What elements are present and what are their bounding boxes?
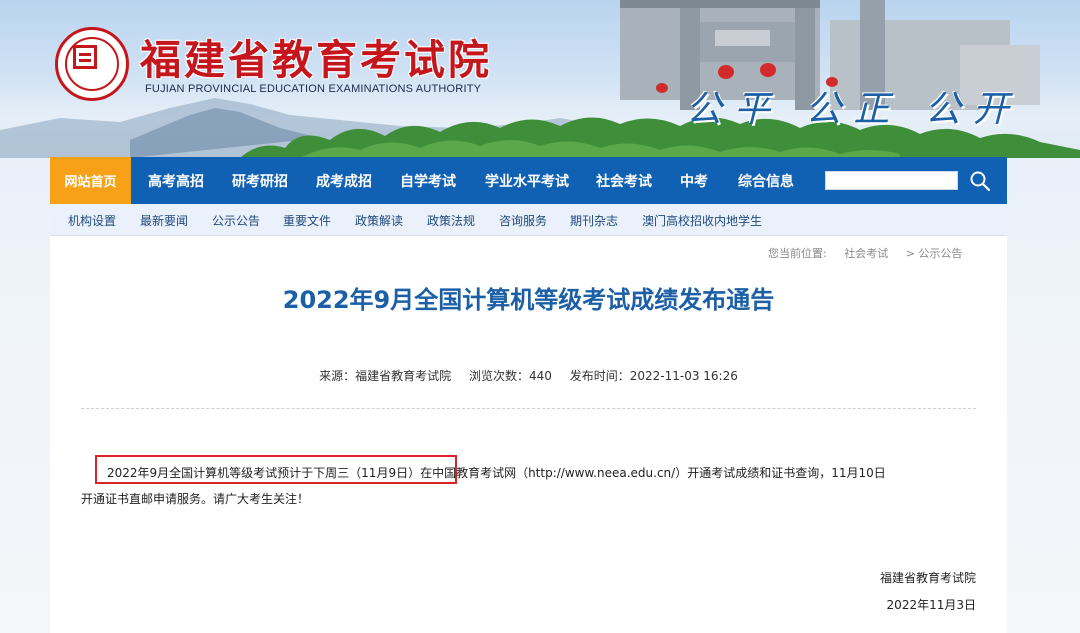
main-nav: 网站首页 高考高招 研考研招 成考成招 自学考试 学业水平考试 社会考试 中考 … [50,157,1007,204]
nav-item-xueye[interactable]: 学业水平考试 [485,157,569,204]
breadcrumb-level-2[interactable]: > 公示公告 [906,247,963,260]
article-meta: 来源：福建省教育考试院 浏览次数：440 发布时间：2022-11-03 16:… [50,367,1007,384]
nav-item-shehui[interactable]: 社会考试 [596,157,652,204]
subnav-item-qikan[interactable]: 期刊杂志 [570,204,618,236]
subnav-item-jiedu[interactable]: 政策解读 [355,204,403,236]
nav-item-chengkao[interactable]: 成考成招 [316,157,372,204]
search-icon[interactable] [969,170,991,192]
subnav-item-gonggao[interactable]: 公示公告 [212,204,260,236]
site-motto: 公平 公正 公开 [686,89,1021,130]
subnav-item-wenjian[interactable]: 重要文件 [283,204,331,236]
article-paragraph-line-2: 开通证书直邮申请服务。请广大考生关注！ [81,492,310,506]
search-input[interactable] [825,171,958,190]
nav-item-yankao[interactable]: 研考研招 [232,157,288,204]
header-banner: 福建省教育考试院 FUJIAN PROVINCIAL EDUCATION EXA… [0,0,1080,158]
nav-item-zixue[interactable]: 自学考试 [400,157,456,204]
article-body: 2022年9月全国计算机等级考试预计于下周三（11月9日）在中国教育考试网（ht… [81,460,981,512]
article-title: 2022年9月全国计算机等级考试成绩发布通告 [282,286,775,314]
divider [81,408,976,409]
signature-date: 2022年11月3日 [886,598,976,612]
subnav-item-aomen[interactable]: 澳门高校招收内地学生 [642,204,762,236]
article-views: 浏览次数：440 [468,369,552,383]
nav-item-zhongkao[interactable]: 中考 [680,157,708,204]
site-title: 福建省教育考试院 [140,36,492,84]
nav-home[interactable]: 网站首页 [50,157,131,204]
signature-organization: 福建省教育考试院 [879,571,976,585]
article-paragraph-line-1: 2022年9月全国计算机等级考试预计于下周三（11月9日）在中国教育考试网（ht… [107,466,886,480]
breadcrumb-label: 您当前位置: [768,247,827,260]
institution-seal-logo [55,27,129,101]
sub-nav: 机构设置 最新要闻 公示公告 重要文件 政策解读 政策法规 咨询服务 期刊杂志 … [50,204,1007,236]
subnav-item-yaowen[interactable]: 最新要闻 [140,204,188,236]
breadcrumb: 您当前位置: 社会考试 > 公示公告 [768,245,976,261]
nav-item-zonghe[interactable]: 综合信息 [738,157,794,204]
subnav-item-fagui[interactable]: 政策法规 [427,204,475,236]
nav-item-gaokao[interactable]: 高考高招 [148,157,204,204]
subnav-item-jigou[interactable]: 机构设置 [68,204,116,236]
site-subtitle: FUJIAN PROVINCIAL EDUCATION EXAMINATIONS… [145,83,482,95]
page-container: 福建省教育考试院 FUJIAN PROVINCIAL EDUCATION EXA… [0,0,1080,633]
article-source: 来源：福建省教育考试院 [319,369,452,383]
article-published: 发布时间：2022-11-03 16:26 [569,369,738,383]
subnav-item-zixun[interactable]: 咨询服务 [499,204,547,236]
breadcrumb-level-1[interactable]: 社会考试 [844,247,888,260]
